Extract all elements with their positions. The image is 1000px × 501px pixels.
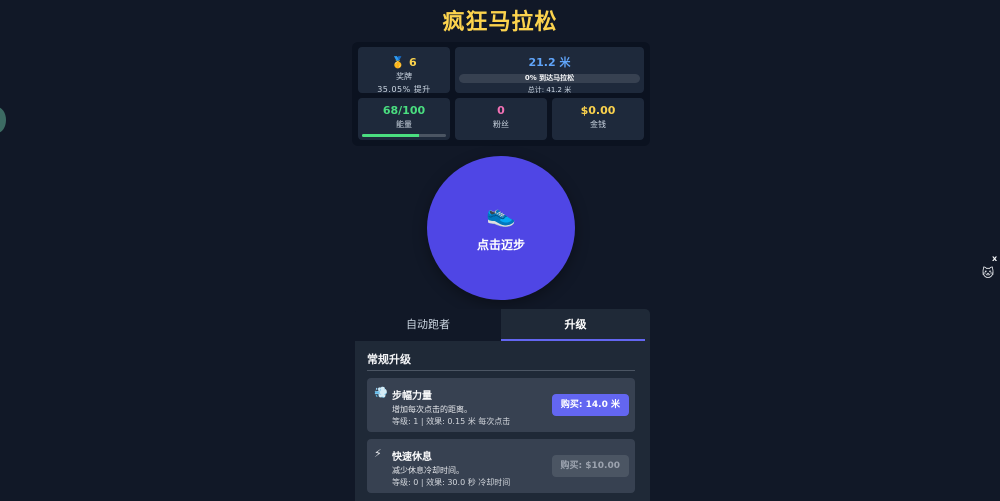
upgrade-stats: 等级: 0 | 效果: 30.0 秒 冷却时间 [392,478,511,487]
distance-card: 21.2 米 0% 到达马拉松 总计: 41.2 米 [455,47,644,94]
active-tab-indicator [501,339,645,341]
upgrade-item-stride-power: 💨 步幅力量 增加每次点击的距离。 等级: 1 | 效果: 0.15 米 每次点… [367,378,635,432]
medal-icon: 🥇 [391,56,406,69]
stride-button-label: 点击迈步 [476,238,525,252]
medals-value: 6 [408,56,417,69]
stride-button[interactable]: 👟 点击迈步 [427,156,575,300]
section-title: 常规升级 [367,353,411,366]
cat-widget-icon[interactable]: 🐱 [980,265,996,281]
wind-icon: 💨 [374,386,388,399]
distance-value: 21.2 米 [528,56,571,69]
money-value: $0.00 [580,104,616,117]
money-card: $0.00 金钱 [552,98,644,140]
energy-bar [362,134,446,137]
buy-quick-rest-button[interactable]: 购买: $10.00 [551,455,629,477]
tab-upgrades[interactable]: 升级 [501,309,650,341]
medals-label: 奖牌 [396,72,412,81]
upgrade-description: 增加每次点击的距离。 [392,405,472,414]
fans-label: 粉丝 [493,120,509,129]
shop-tabs: 自动跑者 升级 [355,309,650,341]
buy-stride-power-button[interactable]: 购买: 14.0 米 [551,394,629,416]
energy-value: 68/100 [382,104,426,117]
fans-value: 0 [497,104,505,117]
shop-panel: 自动跑者 升级 常规升级 💨 步幅力量 增加每次点击的距离。 等级: 1 | 效… [355,309,650,501]
side-decoration [0,107,6,133]
energy-bar-fill [362,134,420,137]
money-label: 金钱 [590,120,606,129]
game-page: 疯狂马拉松 🥇 6 奖牌 35.05% 提升 21.2 米 0% 到达马拉松 总… [0,0,1000,501]
upgrade-name: 快速休息 [392,452,432,463]
upgrade-name: 步幅力量 [392,391,432,402]
upgrade-stats: 等级: 1 | 效果: 0.15 米 每次点击 [392,417,511,426]
marathon-progress-label: 0% 到达马拉松 [524,74,575,82]
lightning-icon: ⚡ [374,447,382,460]
marathon-progress-bar: 0% 到达马拉松 [459,74,640,83]
game-title: 疯狂马拉松 [442,10,558,35]
energy-card: 68/100 能量 [358,98,450,140]
energy-label: 能量 [396,120,412,129]
upgrade-description: 减少休息冷却时间。 [392,466,464,475]
section-divider [367,370,635,371]
fans-card: 0 粉丝 [455,98,547,140]
medals-boost: 35.05% 提升 [377,85,431,94]
distance-total: 总计: 41.2 米 [527,86,572,94]
widget-close-button[interactable]: x [992,254,997,263]
tab-auto-runners[interactable]: 自动跑者 [355,309,501,341]
stats-panel: 🥇 6 奖牌 35.05% 提升 21.2 米 0% 到达马拉松 总计: 41.… [352,42,650,146]
medals-card: 🥇 6 奖牌 35.05% 提升 [358,47,450,94]
upgrade-item-quick-rest: ⚡ 快速休息 减少休息冷却时间。 等级: 0 | 效果: 30.0 秒 冷却时间… [367,439,635,493]
shoe-icon: 👟 [486,200,516,228]
